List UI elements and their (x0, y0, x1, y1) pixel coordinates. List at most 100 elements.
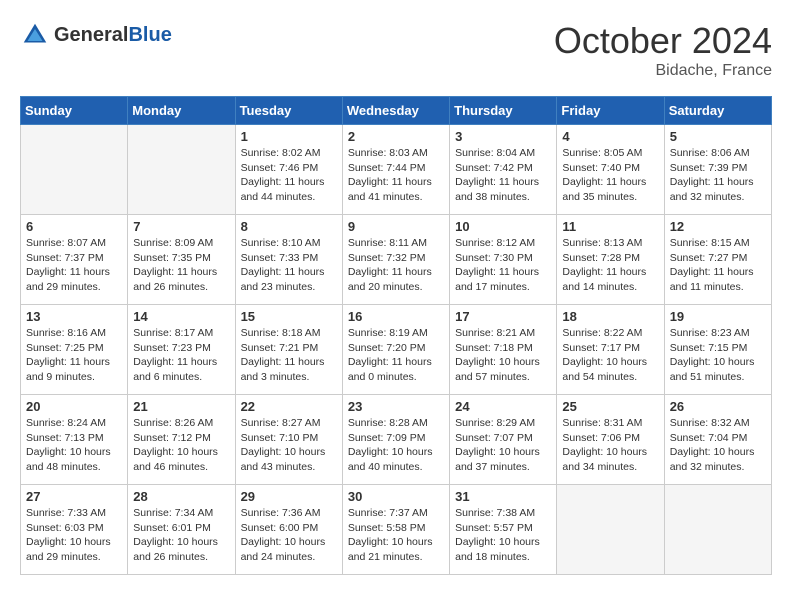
location: Bidache, France (554, 62, 772, 80)
day-detail: Sunrise: 8:09 AMSunset: 7:35 PMDaylight:… (133, 236, 229, 295)
day-detail: Sunrise: 8:32 AMSunset: 7:04 PMDaylight:… (670, 416, 766, 475)
day-number: 10 (455, 219, 551, 234)
weekday-header: Wednesday (342, 97, 449, 125)
calendar-cell: 7Sunrise: 8:09 AMSunset: 7:35 PMDaylight… (128, 215, 235, 305)
day-detail: Sunrise: 8:10 AMSunset: 7:33 PMDaylight:… (241, 236, 337, 295)
calendar-week-row: 27 Sunrise: 7:33 AMSunset: 6:03 PMDayligh… (21, 485, 772, 575)
day-detail: Sunrise: 7:36 AMSunset: 6:00 PMDaylight:… (241, 506, 337, 565)
calendar-cell: 26 Sunrise: 8:32 AMSunset: 7:04 PMDayligh… (664, 395, 771, 485)
calendar-cell: 15Sunrise: 8:18 AMSunset: 7:21 PMDayligh… (235, 305, 342, 395)
day-detail: Sunrise: 8:27 AMSunset: 7:10 PMDaylight:… (241, 416, 337, 475)
calendar-cell: 27 Sunrise: 7:33 AMSunset: 6:03 PMDayligh… (21, 485, 128, 575)
day-number: 26 (670, 399, 766, 414)
calendar-table: SundayMondayTuesdayWednesdayThursdayFrid… (20, 96, 772, 575)
day-detail: Sunrise: 8:16 AMSunset: 7:25 PMDaylight:… (26, 326, 122, 385)
day-number: 20 (26, 399, 122, 414)
day-number: 27 (26, 489, 122, 504)
month-title: October 2024 (554, 20, 772, 62)
calendar-cell: 16 Sunrise: 8:19 AMSunset: 7:20 PMDayligh… (342, 305, 449, 395)
calendar-cell: 31 Sunrise: 7:38 AMSunset: 5:57 PMDayligh… (450, 485, 557, 575)
day-detail: Sunrise: 8:12 AMSunset: 7:30 PMDaylight:… (455, 236, 551, 295)
day-number: 13 (26, 309, 122, 324)
logo-text-general: General (54, 24, 128, 46)
calendar-cell (557, 485, 664, 575)
calendar-cell: 5Sunrise: 8:06 AMSunset: 7:39 PMDaylight… (664, 125, 771, 215)
day-number: 18 (562, 309, 658, 324)
logo-text-blue: Blue (128, 24, 171, 46)
calendar-week-row: 20 Sunrise: 8:24 AMSunset: 7:13 PMDayligh… (21, 395, 772, 485)
day-number: 24 (455, 399, 551, 414)
day-number: 31 (455, 489, 551, 504)
calendar-cell: 10 Sunrise: 8:12 AMSunset: 7:30 PMDayligh… (450, 215, 557, 305)
day-detail: Sunrise: 8:07 AMSunset: 7:37 PMDaylight:… (26, 236, 122, 295)
day-detail: Sunrise: 7:33 AMSunset: 6:03 PMDaylight:… (26, 506, 122, 565)
day-number: 3 (455, 129, 551, 144)
calendar-week-row: 6 Sunrise: 8:07 AMSunset: 7:37 PMDaylight… (21, 215, 772, 305)
weekday-header: Saturday (664, 97, 771, 125)
day-detail: Sunrise: 8:02 AMSunset: 7:46 PMDaylight:… (241, 146, 337, 205)
day-number: 15 (241, 309, 337, 324)
day-number: 16 (348, 309, 444, 324)
day-number: 12 (670, 219, 766, 234)
calendar-cell: 6 Sunrise: 8:07 AMSunset: 7:37 PMDaylight… (21, 215, 128, 305)
calendar-cell: 13 Sunrise: 8:16 AMSunset: 7:25 PMDayligh… (21, 305, 128, 395)
day-detail: Sunrise: 8:23 AMSunset: 7:15 PMDaylight:… (670, 326, 766, 385)
day-detail: Sunrise: 8:28 AMSunset: 7:09 PMDaylight:… (348, 416, 444, 475)
calendar-cell: 30Sunrise: 7:37 AMSunset: 5:58 PMDayligh… (342, 485, 449, 575)
calendar-cell (664, 485, 771, 575)
weekday-header: Monday (128, 97, 235, 125)
day-detail: Sunrise: 8:13 AMSunset: 7:28 PMDaylight:… (562, 236, 658, 295)
calendar-cell: 29 Sunrise: 7:36 AMSunset: 6:00 PMDayligh… (235, 485, 342, 575)
day-detail: Sunrise: 8:15 AMSunset: 7:27 PMDaylight:… (670, 236, 766, 295)
day-number: 14 (133, 309, 229, 324)
calendar-header: SundayMondayTuesdayWednesdayThursdayFrid… (21, 97, 772, 125)
day-detail: Sunrise: 8:31 AMSunset: 7:06 PMDaylight:… (562, 416, 658, 475)
day-detail: Sunrise: 8:21 AMSunset: 7:18 PMDaylight:… (455, 326, 551, 385)
day-detail: Sunrise: 7:37 AMSunset: 5:58 PMDaylight:… (348, 506, 444, 565)
day-number: 6 (26, 219, 122, 234)
calendar-cell: 12 Sunrise: 8:15 AMSunset: 7:27 PMDayligh… (664, 215, 771, 305)
calendar-cell: 4Sunrise: 8:05 AMSunset: 7:40 PMDaylight… (557, 125, 664, 215)
calendar-cell: 11 Sunrise: 8:13 AMSunset: 7:28 PMDayligh… (557, 215, 664, 305)
day-detail: Sunrise: 7:38 AMSunset: 5:57 PMDaylight:… (455, 506, 551, 565)
weekday-row: SundayMondayTuesdayWednesdayThursdayFrid… (21, 97, 772, 125)
day-number: 17 (455, 309, 551, 324)
title-block: October 2024 Bidache, France (554, 20, 772, 80)
day-number: 21 (133, 399, 229, 414)
calendar-cell: 23 Sunrise: 8:28 AMSunset: 7:09 PMDayligh… (342, 395, 449, 485)
weekday-header: Tuesday (235, 97, 342, 125)
weekday-header: Friday (557, 97, 664, 125)
day-detail: Sunrise: 8:03 AMSunset: 7:44 PMDaylight:… (348, 146, 444, 205)
day-detail: Sunrise: 8:19 AMSunset: 7:20 PMDaylight:… (348, 326, 444, 385)
day-number: 25 (562, 399, 658, 414)
logo: GeneralBlue (20, 20, 172, 50)
day-number: 23 (348, 399, 444, 414)
calendar-cell: 1Sunrise: 8:02 AMSunset: 7:46 PMDaylight… (235, 125, 342, 215)
day-detail: Sunrise: 8:22 AMSunset: 7:17 PMDaylight:… (562, 326, 658, 385)
weekday-header: Thursday (450, 97, 557, 125)
calendar-cell: 25 Sunrise: 8:31 AMSunset: 7:06 PMDayligh… (557, 395, 664, 485)
day-number: 8 (241, 219, 337, 234)
day-number: 22 (241, 399, 337, 414)
calendar-cell: 24 Sunrise: 8:29 AMSunset: 7:07 PMDayligh… (450, 395, 557, 485)
calendar-cell: 8 Sunrise: 8:10 AMSunset: 7:33 PMDaylight… (235, 215, 342, 305)
day-detail: Sunrise: 8:05 AMSunset: 7:40 PMDaylight:… (562, 146, 658, 205)
calendar-cell: 19Sunrise: 8:23 AMSunset: 7:15 PMDayligh… (664, 305, 771, 395)
calendar-cell: 22 Sunrise: 8:27 AMSunset: 7:10 PMDayligh… (235, 395, 342, 485)
day-number: 11 (562, 219, 658, 234)
weekday-header: Sunday (21, 97, 128, 125)
calendar-cell: 14 Sunrise: 8:17 AMSunset: 7:23 PMDayligh… (128, 305, 235, 395)
day-detail: Sunrise: 8:24 AMSunset: 7:13 PMDaylight:… (26, 416, 122, 475)
day-detail: Sunrise: 8:17 AMSunset: 7:23 PMDaylight:… (133, 326, 229, 385)
day-detail: Sunrise: 8:29 AMSunset: 7:07 PMDaylight:… (455, 416, 551, 475)
calendar-cell: 2Sunrise: 8:03 AMSunset: 7:44 PMDaylight… (342, 125, 449, 215)
calendar-cell (21, 125, 128, 215)
calendar-cell: 3Sunrise: 8:04 AMSunset: 7:42 PMDaylight… (450, 125, 557, 215)
day-number: 29 (241, 489, 337, 504)
day-detail: Sunrise: 8:26 AMSunset: 7:12 PMDaylight:… (133, 416, 229, 475)
page-header: GeneralBlue October 2024 Bidache, France (20, 20, 772, 80)
calendar-cell: 18 Sunrise: 8:22 AMSunset: 7:17 PMDayligh… (557, 305, 664, 395)
calendar-cell: 9Sunrise: 8:11 AMSunset: 7:32 PMDaylight… (342, 215, 449, 305)
calendar-body: 1Sunrise: 8:02 AMSunset: 7:46 PMDaylight… (21, 125, 772, 575)
day-detail: Sunrise: 8:06 AMSunset: 7:39 PMDaylight:… (670, 146, 766, 205)
